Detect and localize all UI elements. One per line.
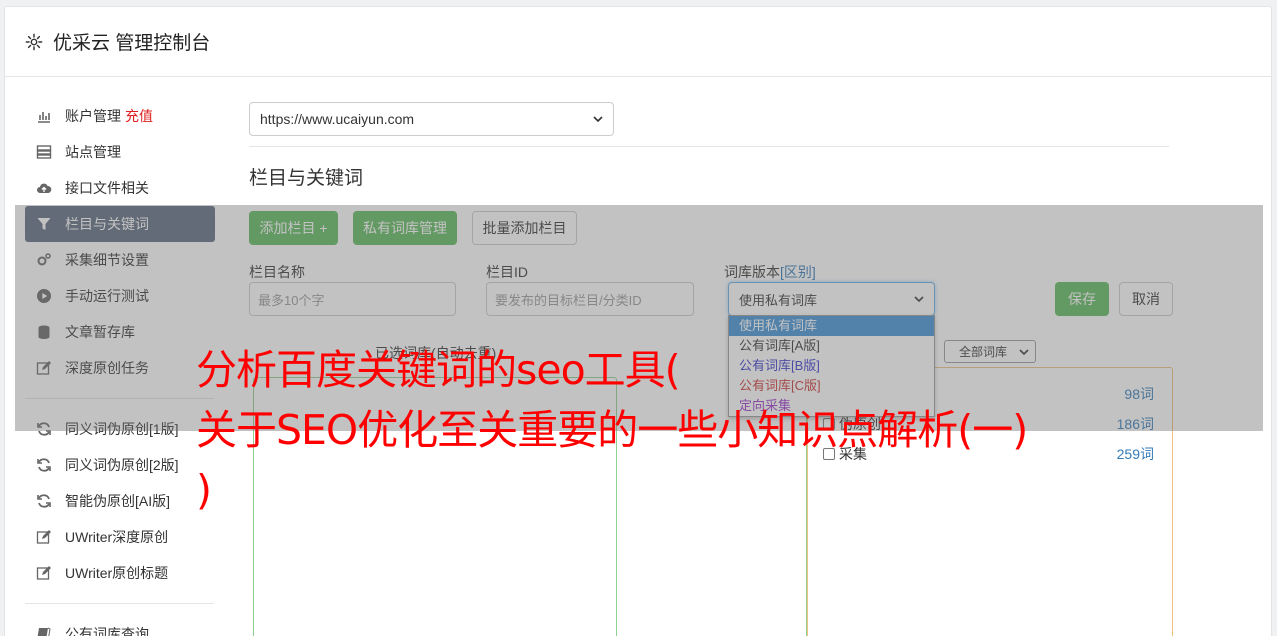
sidebar-item-label: 公有词库查询 — [65, 626, 149, 636]
sidebar-item-public-lib[interactable]: 公有词库查询 — [25, 616, 215, 636]
edit-icon — [36, 565, 52, 581]
sidebar-item-interface[interactable]: 接口文件相关 — [25, 170, 215, 206]
article-title: 分析百度关键词的seo工具( 关于SEO优化至关重要的一些小知识点解析(一) ) — [196, 340, 1096, 520]
refresh-icon — [36, 493, 52, 509]
sidebar-divider — [25, 603, 214, 604]
sidebar-item-label: 智能伪原创[AI版] — [65, 493, 171, 509]
sidebar-item-synonym-v2[interactable]: 同义词伪原创[2版] — [25, 447, 215, 483]
sidebar-item-label: 接口文件相关 — [65, 180, 149, 196]
sidebar-item-label: UWriter深度原创 — [65, 529, 169, 545]
gear-icon — [25, 33, 43, 51]
sidebar-item-sites[interactable]: 站点管理 — [25, 134, 215, 170]
sidebar-item-uwriter-deep[interactable]: UWriter深度原创 — [25, 519, 215, 555]
sidebar-item-label: 同义词伪原创[2版] — [65, 457, 179, 473]
site-select[interactable]: https://www.ucaiyun.com — [249, 102, 614, 136]
article-title-line-1: 分析百度关键词的seo工具( — [196, 346, 681, 394]
sidebar-item-ai-original[interactable]: 智能伪原创[AI版] — [25, 483, 215, 519]
book-icon — [36, 626, 52, 636]
server-icon — [36, 144, 52, 160]
sidebar-item-label: UWriter原创标题 — [65, 565, 169, 581]
app-title: 优采云 管理控制台 — [53, 33, 211, 54]
sidebar-item-label: 站点管理 — [65, 144, 121, 160]
recharge-link[interactable]: 充值 — [125, 106, 153, 126]
article-title-line-2: 关于SEO优化至关重要的一些小知识点解析(一) — [196, 406, 1028, 454]
sidebar-item-label: 账户管理 — [65, 108, 121, 124]
article-title-line-3: ) — [196, 466, 212, 514]
sidebar-item-account[interactable]: 账户管理 充值 — [25, 98, 215, 134]
sidebar-item-uwriter-title[interactable]: UWriter原创标题 — [25, 555, 215, 591]
chevron-down-icon — [593, 116, 603, 123]
cloud-upload-icon — [36, 180, 52, 196]
divider — [249, 146, 1169, 147]
edit-icon — [36, 529, 52, 545]
refresh-icon — [36, 457, 52, 473]
word-count: 259词 — [1116, 446, 1154, 462]
site-select-value: https://www.ucaiyun.com — [260, 111, 415, 127]
section-title: 栏目与关键词 — [249, 168, 364, 189]
bar-chart-icon — [36, 108, 52, 124]
